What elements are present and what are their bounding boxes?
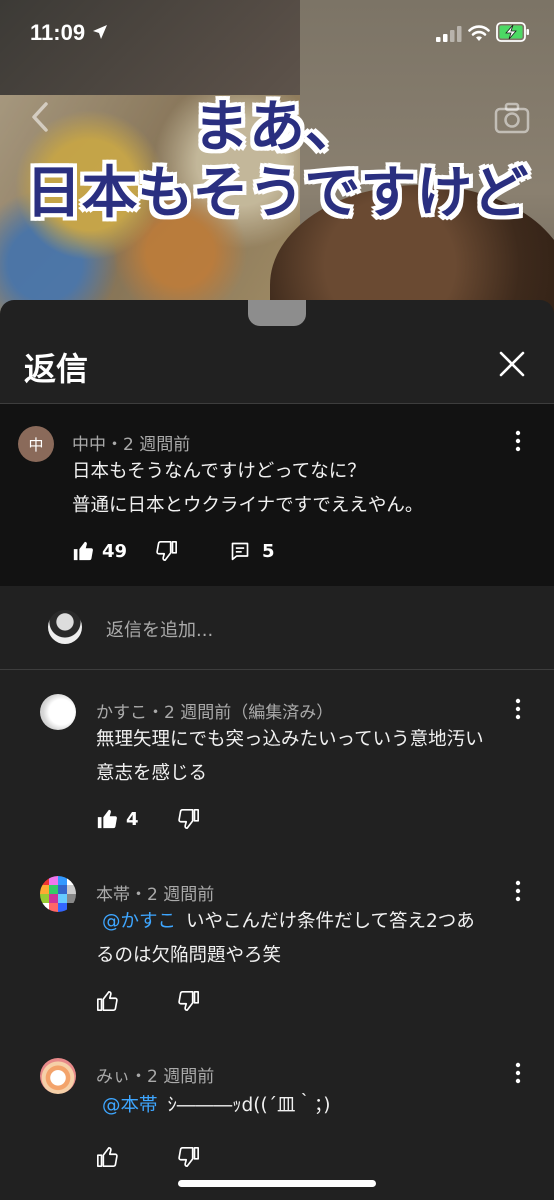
reply-author[interactable]: 本帯 — [96, 885, 130, 905]
reply-count: 5 — [262, 540, 275, 562]
reply-text-line2: 意志を感じる — [96, 763, 208, 784]
reply-time: 2 週間前 — [147, 1067, 215, 1087]
meta-separator: ・ — [106, 435, 123, 455]
add-reply-row[interactable]: 返信を追加... — [0, 588, 554, 668]
user-avatar — [48, 610, 82, 644]
add-reply-input[interactable]: 返信を追加... — [106, 616, 213, 642]
comment-text-line1: 日本もそうなんですけどってなに？ — [72, 461, 366, 482]
wifi-icon — [468, 25, 490, 41]
dislike-button[interactable] — [156, 538, 178, 564]
reply-avatar[interactable] — [40, 1058, 76, 1094]
reply-avatar[interactable] — [40, 876, 76, 912]
reply-comment-icon — [231, 542, 249, 561]
replies-button[interactable]: 5 — [230, 538, 275, 564]
like-button[interactable]: 49 — [72, 538, 127, 564]
kebab-menu-icon[interactable] — [508, 428, 528, 454]
camera-icon[interactable] — [494, 102, 530, 134]
battery-charging-icon — [496, 22, 529, 42]
location-arrow-icon — [93, 25, 107, 39]
meta-separator: ・ — [147, 703, 164, 723]
comment-author[interactable]: 中中 — [72, 435, 106, 455]
comment-meta: 中中・2 週間前 — [72, 430, 190, 455]
back-icon[interactable] — [28, 100, 52, 134]
video-caption-line2: 日本もそうですけど — [25, 161, 529, 226]
thumb-up-icon — [97, 1147, 118, 1167]
meta-separator: ・ — [130, 885, 147, 905]
home-indicator[interactable] — [178, 1180, 376, 1187]
status-time: 11:09 — [30, 20, 86, 45]
thumb-up-icon — [73, 541, 93, 561]
reply-meta: かすこ・2 週間前（編集済み） — [96, 698, 333, 723]
drag-handle[interactable] — [248, 300, 306, 326]
like-count: 4 — [126, 808, 139, 830]
parent-comment: 中 中中・2 週間前 日本もそうなんですけどってなに？ 普通に日本とウクライナで… — [0, 404, 554, 586]
thumb-up-icon — [97, 991, 118, 1011]
like-button[interactable]: 4 — [96, 806, 139, 832]
signal-icon — [436, 26, 462, 42]
reply-text: いやこんだけ条件だして答え2つあ — [186, 911, 475, 932]
thumb-down-icon — [178, 809, 199, 829]
meta-separator: ・ — [130, 1067, 147, 1087]
kebab-menu-icon[interactable] — [508, 878, 528, 904]
reply-meta: 本帯・2 週間前 — [96, 880, 214, 905]
mention-link[interactable]: @かすこ — [102, 911, 176, 932]
reply-author[interactable]: かすこ — [96, 703, 147, 723]
like-button[interactable] — [96, 988, 118, 1014]
reply-text-line1: @かすこ いやこんだけ条件だして答え2つあ — [96, 906, 475, 938]
reply-avatar[interactable] — [40, 694, 76, 730]
reply-time: 2 週間前（編集済み） — [164, 703, 334, 723]
reply-time: 2 週間前 — [147, 885, 215, 905]
reply-text-line2: るのは欠陥問題やろ笑 — [96, 945, 282, 966]
like-count: 49 — [102, 540, 128, 562]
thumb-down-icon — [178, 991, 199, 1011]
comment-text-line2: 普通に日本とウクライナですでええやん。 — [72, 495, 424, 516]
status-bar: 11:09 — [0, 0, 554, 64]
reply-meta: みぃ・2 週間前 — [96, 1062, 214, 1087]
avatar[interactable]: 中 — [18, 426, 54, 462]
thumb-up-icon — [97, 809, 117, 829]
comment-time: 2 週間前 — [123, 435, 191, 455]
reply-text-line1: 無理矢理にでも突っ込みたいっていう意地汚い — [96, 729, 484, 750]
dislike-button[interactable] — [178, 806, 200, 832]
close-icon[interactable] — [492, 344, 532, 384]
like-button[interactable] — [96, 1144, 118, 1170]
dislike-button[interactable] — [178, 988, 200, 1014]
kebab-menu-icon[interactable] — [508, 1060, 528, 1086]
dislike-button[interactable] — [178, 1144, 200, 1170]
thumb-down-icon — [178, 1147, 199, 1167]
reply-text-line1: @本帯 ｼ―――ｯd((´皿｀；) — [96, 1090, 330, 1122]
avatar-letter: 中 — [28, 435, 44, 454]
sheet-title: 返信 — [24, 350, 89, 388]
thumb-down-icon — [156, 541, 177, 561]
replies-sheet: 返信 中 中中・2 週間前 日本もそうなんですけどってなに？ 普通に日本とウクラ… — [0, 300, 554, 1200]
kebab-menu-icon[interactable] — [508, 696, 528, 722]
mention-link[interactable]: @本帯 — [102, 1095, 158, 1116]
reply-author[interactable]: みぃ — [96, 1067, 130, 1087]
reply-text: ｼ―――ｯd((´皿｀；) — [167, 1095, 331, 1116]
divider — [0, 669, 554, 670]
